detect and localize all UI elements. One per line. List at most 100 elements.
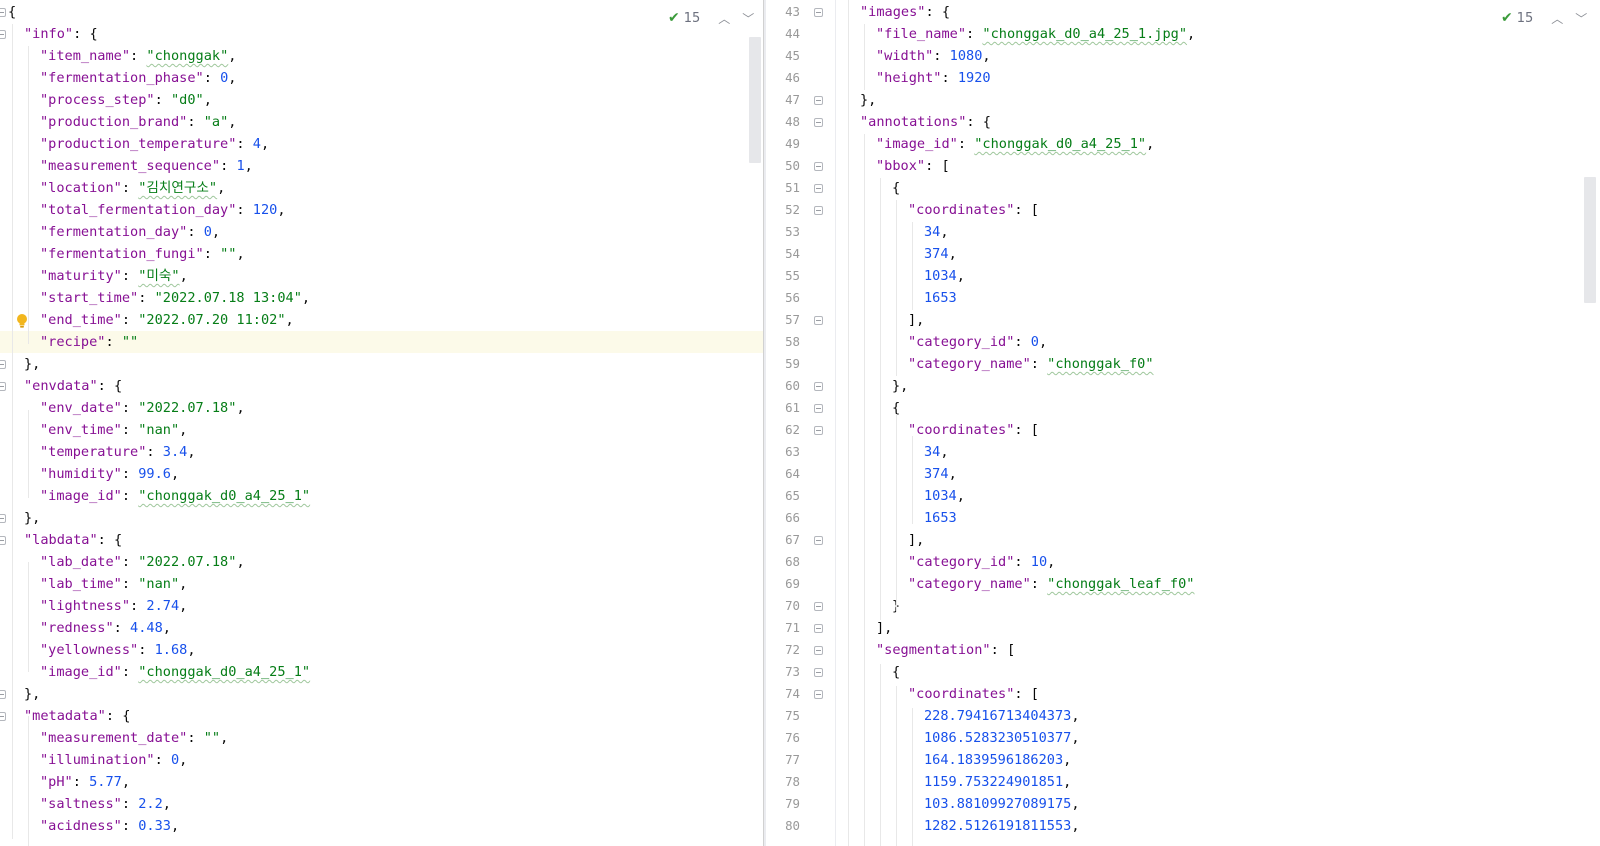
code-line[interactable]: "coordinates": [ <box>836 199 1600 221</box>
code-line[interactable]: "category_id": 10, <box>836 551 1600 573</box>
fold-toggle-icon[interactable] <box>0 360 6 369</box>
code-line[interactable]: "file_name": "chonggak_d0_a4_25_1.jpg", <box>836 23 1600 45</box>
code-line[interactable]: 374, <box>836 463 1600 485</box>
fold-toggle-icon[interactable] <box>0 690 6 699</box>
fold-toggle-icon[interactable] <box>814 668 823 677</box>
code-line[interactable]: "acidness": 0.33, <box>0 815 763 837</box>
code-line[interactable]: 34, <box>836 441 1600 463</box>
code-line[interactable]: "category_id": 0, <box>836 331 1600 353</box>
code-line[interactable]: "humidity": 99.6, <box>0 463 763 485</box>
code-line[interactable]: "info": { <box>0 23 763 45</box>
code-line[interactable]: { <box>0 1 763 23</box>
code-line[interactable]: "lightness": 2.74, <box>0 595 763 617</box>
code-line[interactable]: "image_id": "chonggak_d0_a4_25_1" <box>0 661 763 683</box>
code-line[interactable]: "measurement_sequence": 1, <box>0 155 763 177</box>
fold-toggle-icon[interactable] <box>814 118 823 127</box>
code-line[interactable]: "start_time": "2022.07.18 13:04", <box>0 287 763 309</box>
code-line[interactable]: ], <box>836 309 1600 331</box>
fold-toggle-icon[interactable] <box>0 30 6 39</box>
left-inspection-widget[interactable]: ✔ 15 ︿ ﹀ <box>668 7 754 29</box>
code-line[interactable]: "image_id": "chonggak_d0_a4_25_1", <box>836 133 1600 155</box>
lightbulb-icon[interactable] <box>16 313 28 329</box>
fold-toggle-icon[interactable] <box>814 8 823 17</box>
code-line[interactable]: 1034, <box>836 485 1600 507</box>
chevron-down-icon[interactable]: ﹀ <box>1575 10 1587 27</box>
fold-toggle-icon[interactable] <box>814 206 823 215</box>
fold-toggle-icon[interactable] <box>814 382 823 391</box>
code-line[interactable]: 1086.5283230510377, <box>836 727 1600 749</box>
code-line[interactable]: "process_step": "d0", <box>0 89 763 111</box>
code-line[interactable]: 1159.753224901851, <box>836 771 1600 793</box>
code-line[interactable]: "yellowness": 1.68, <box>0 639 763 661</box>
code-line[interactable]: { <box>836 661 1600 683</box>
fold-toggle-icon[interactable] <box>814 624 823 633</box>
code-line[interactable]: "coordinates": [ <box>836 419 1600 441</box>
right-code-area[interactable]: "images": {"file_name": "chonggak_d0_a4_… <box>836 1 1600 837</box>
code-line[interactable]: "measurement_date": "", <box>0 727 763 749</box>
code-line[interactable]: "segmentation": [ <box>836 639 1600 661</box>
fold-toggle-icon[interactable] <box>814 602 823 611</box>
left-editor-pane[interactable]: {"info": {"item_name": "chonggak", "ferme… <box>0 0 763 846</box>
fold-toggle-icon[interactable] <box>0 712 6 721</box>
code-line[interactable]: "maturity": "미숙", <box>0 265 763 287</box>
fold-toggle-icon[interactable] <box>814 690 823 699</box>
right-inspection-widget[interactable]: ✔ 15 ︿ ﹀ <box>1501 7 1587 29</box>
code-line[interactable]: "fermentation_fungi": "", <box>0 243 763 265</box>
code-line[interactable]: 1282.5126191811553, <box>836 815 1600 837</box>
code-line[interactable]: "metadata": { <box>0 705 763 727</box>
code-line[interactable]: "production_brand": "a", <box>0 111 763 133</box>
code-line[interactable]: "images": { <box>836 1 1600 23</box>
code-line[interactable]: }, <box>836 89 1600 111</box>
code-line[interactable]: "fermentation_phase": 0, <box>0 67 763 89</box>
fold-toggle-icon[interactable] <box>814 536 823 545</box>
code-line[interactable]: }, <box>836 375 1600 397</box>
code-line[interactable]: "total_fermentation_day": 120, <box>0 199 763 221</box>
code-line[interactable]: "saltness": 2.2, <box>0 793 763 815</box>
fold-toggle-icon[interactable] <box>814 646 823 655</box>
fold-toggle-icon[interactable] <box>814 404 823 413</box>
right-editor-pane[interactable]: 43 44 45 46 47 48 49 50 51 52 53 54 55 56 57 58 59 60 61 62… <box>766 0 1600 846</box>
code-line[interactable]: 228.79416713404373, <box>836 705 1600 727</box>
code-line[interactable]: "env_date": "2022.07.18", <box>0 397 763 419</box>
code-line[interactable]: 1034, <box>836 265 1600 287</box>
code-line[interactable]: "lab_time": "nan", <box>0 573 763 595</box>
code-line[interactable]: "labdata": { <box>0 529 763 551</box>
fold-toggle-icon[interactable] <box>0 382 6 391</box>
code-line[interactable]: "temperature": 3.4, <box>0 441 763 463</box>
fold-toggle-icon[interactable] <box>0 536 6 545</box>
left-scrollbar-thumb[interactable] <box>749 37 761 163</box>
fold-toggle-icon[interactable] <box>814 316 823 325</box>
code-line[interactable]: "coordinates": [ <box>836 683 1600 705</box>
fold-toggle-icon[interactable] <box>814 184 823 193</box>
code-line[interactable]: "env_time": "nan", <box>0 419 763 441</box>
left-code-area[interactable]: {"info": {"item_name": "chonggak", "ferme… <box>0 1 763 837</box>
code-line[interactable]: "pH": 5.77, <box>0 771 763 793</box>
code-line[interactable]: ], <box>836 617 1600 639</box>
code-line[interactable]: 1653 <box>836 287 1600 309</box>
code-line[interactable]: { <box>836 177 1600 199</box>
code-line[interactable]: 374, <box>836 243 1600 265</box>
code-line[interactable]: "production_temperature": 4, <box>0 133 763 155</box>
code-line[interactable]: "bbox": [ <box>836 155 1600 177</box>
chevron-up-icon[interactable]: ︿ <box>718 10 730 27</box>
code-line[interactable]: ], <box>836 529 1600 551</box>
code-line[interactable]: "annotations": { <box>836 111 1600 133</box>
code-line[interactable]: "item_name": "chonggak", <box>0 45 763 67</box>
code-line[interactable]: "recipe": "" <box>0 331 763 353</box>
chevron-down-icon[interactable]: ﹀ <box>742 10 754 27</box>
code-line[interactable]: "image_id": "chonggak_d0_a4_25_1" <box>0 485 763 507</box>
code-line[interactable]: 1653 <box>836 507 1600 529</box>
fold-toggle-icon[interactable] <box>0 514 6 523</box>
code-line[interactable]: { <box>836 397 1600 419</box>
code-line[interactable]: "height": 1920 <box>836 67 1600 89</box>
chevron-up-icon[interactable]: ︿ <box>1551 10 1563 27</box>
fold-toggle-icon[interactable] <box>814 162 823 171</box>
fold-toggle-icon[interactable] <box>814 426 823 435</box>
code-line[interactable]: 34, <box>836 221 1600 243</box>
code-line[interactable]: 164.1839596186203, <box>836 749 1600 771</box>
code-line[interactable]: }, <box>0 507 763 529</box>
code-line[interactable]: "category_name": "chonggak_f0" <box>836 353 1600 375</box>
code-line[interactable]: } <box>836 595 1600 617</box>
code-line[interactable]: 103.88109927089175, <box>836 793 1600 815</box>
code-line[interactable]: }, <box>0 353 763 375</box>
